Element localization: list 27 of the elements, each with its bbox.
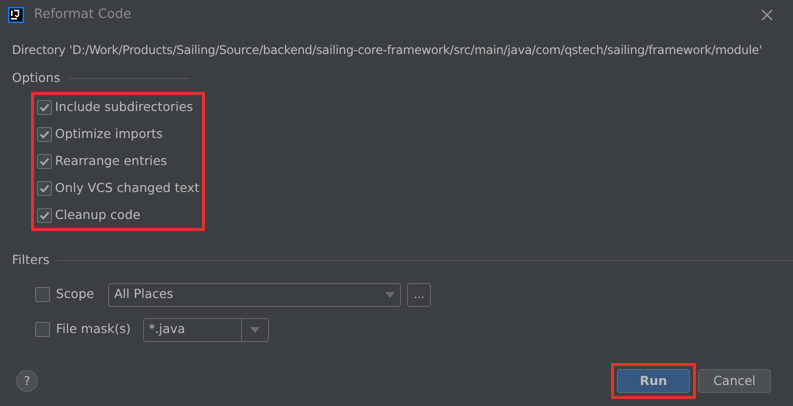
scope-label: Scope [56,285,94,304]
checkbox[interactable] [37,208,52,223]
file-mask-field[interactable]: *.java [142,318,269,342]
dropdown-arrow-icon [385,292,396,298]
checkbox[interactable] [37,100,52,115]
scope-dropdown[interactable]: All Places [108,282,402,306]
option-label: Optimize imports [55,124,163,143]
option-label: Only VCS changed text [55,178,200,197]
checkbox[interactable] [37,154,52,169]
help-button[interactable]: ? [16,370,38,392]
section-title: Filters [12,250,50,269]
dialog-button[interactable]: Cancel [698,369,771,393]
option-label: Include subdirectories [55,98,194,116]
section-title: Options [12,69,60,87]
directory-path: Directory 'D:/Work/Products/Sailing/Source/backend/sailing-core-framework/src/main/java/com/qstech/sailing/framework/module' [11,42,764,59]
dialog-button[interactable]: Run [617,369,690,393]
checkbox[interactable] [37,126,52,142]
option-label: Cleanup code [55,206,140,224]
browse-button[interactable]: ... [407,282,432,306]
file-mask-label: File mask(s) [56,320,131,338]
checkbox[interactable] [35,287,50,302]
checkbox[interactable] [35,322,50,337]
checkbox[interactable] [37,180,52,196]
window-title: Reformat Code [34,6,132,24]
app-logo-icon [8,7,24,23]
option-label: Rearrange entries [55,152,168,170]
close-icon[interactable] [761,9,773,21]
